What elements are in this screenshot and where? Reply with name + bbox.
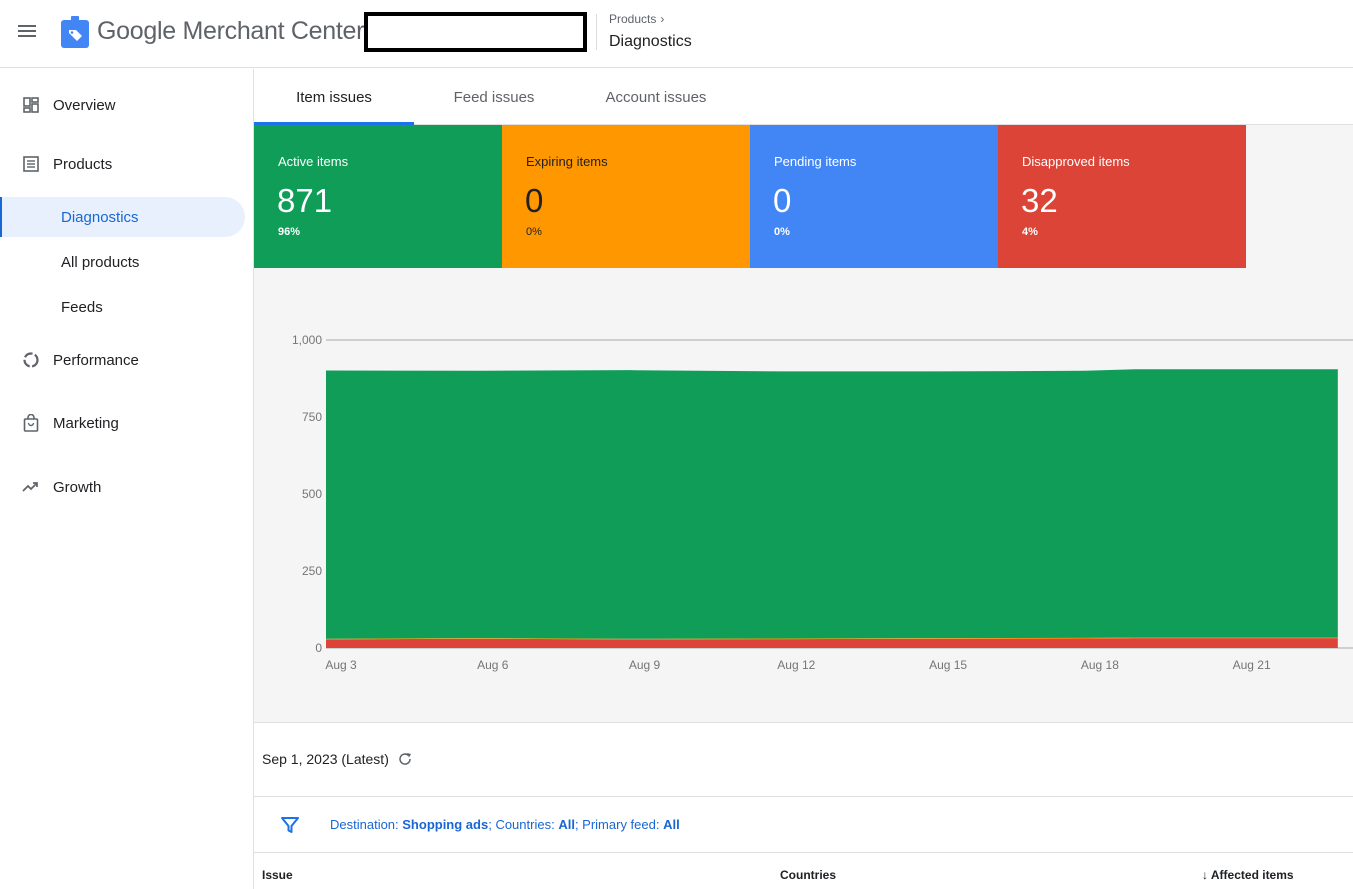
filter-feed-label: ; Primary feed: bbox=[574, 817, 664, 832]
merchant-center-logo-icon bbox=[61, 16, 89, 48]
redacted-account-box bbox=[364, 12, 587, 52]
column-header-issue[interactable]: Issue bbox=[262, 868, 293, 882]
items-chart: 0 250 500 750 1,000 Aug 3 Aug 6 Aug 9 Aug 12 Aug … bbox=[254, 268, 1353, 723]
x-tick-label: Aug 18 bbox=[1081, 658, 1119, 672]
sidebar-item-performance[interactable]: Performance bbox=[0, 340, 245, 380]
trending-up-icon bbox=[22, 478, 40, 496]
sidebar-item-label: Performance bbox=[53, 351, 139, 369]
area-series-0 bbox=[326, 638, 1338, 648]
dashboard-icon bbox=[22, 96, 40, 114]
sidebar-item-label: Products bbox=[53, 155, 113, 173]
area-chart: 0 250 500 750 1,000 Aug 3 Aug 6 Aug 9 Aug 12 Aug … bbox=[292, 333, 1353, 672]
column-header-countries[interactable]: Countries bbox=[780, 868, 836, 882]
sidebar-item-label: Feeds bbox=[61, 298, 103, 316]
filter-countries-value: All bbox=[558, 817, 575, 832]
sidebar-item-diagnostics[interactable]: Diagnostics bbox=[0, 197, 245, 237]
x-tick-label: Aug 9 bbox=[629, 658, 661, 672]
sidebar-item-label: Diagnostics bbox=[61, 208, 139, 226]
sidebar-item-label: All products bbox=[61, 253, 140, 271]
filter-destination-value: Shopping ads bbox=[402, 817, 489, 832]
card-percent: 0% bbox=[526, 226, 542, 238]
menu-icon[interactable] bbox=[18, 22, 40, 42]
tab-item-issues[interactable]: Item issues bbox=[254, 69, 414, 125]
card-value: 0 bbox=[525, 182, 544, 219]
filter-countries-label: ; Countries: bbox=[488, 817, 559, 832]
y-tick-label: 250 bbox=[302, 564, 322, 578]
sidebar-item-growth[interactable]: Growth bbox=[0, 467, 245, 507]
card-percent: 96% bbox=[278, 226, 301, 238]
app-name: Google Merchant Center bbox=[97, 17, 365, 45]
sidebar-item-marketing[interactable]: Marketing bbox=[0, 403, 245, 443]
sidebar-item-label: Overview bbox=[53, 96, 116, 114]
filter-icon[interactable] bbox=[280, 815, 300, 835]
tab-feed-issues[interactable]: Feed issues bbox=[414, 69, 574, 125]
sidebar: Overview Products Diagnostics All produc… bbox=[0, 69, 253, 889]
main-content: Item issues Feed issues Account issues A… bbox=[254, 69, 1353, 889]
latest-date: Sep 1, 2023 (Latest) bbox=[262, 751, 389, 767]
y-tick-label: 1,000 bbox=[292, 333, 322, 347]
x-tick-label: Aug 12 bbox=[777, 658, 815, 672]
card-percent: 4% bbox=[1022, 226, 1038, 238]
card-value: 32 bbox=[1021, 182, 1058, 219]
filter-row: Destination: Shopping ads; Countries: Al… bbox=[254, 798, 1353, 853]
app-header: Google Merchant Center Products › Diagnos… bbox=[0, 0, 1353, 68]
sidebar-item-all-products[interactable]: All products bbox=[0, 242, 245, 282]
y-tick-label: 750 bbox=[302, 410, 322, 424]
breadcrumb-parent[interactable]: Products › bbox=[609, 12, 664, 26]
tab-bar: Item issues Feed issues Account issues bbox=[254, 69, 1353, 125]
x-tick-label: Aug 6 bbox=[477, 658, 509, 672]
card-disapproved-items[interactable]: Disapproved items 32 4% bbox=[998, 125, 1246, 268]
sidebar-item-overview[interactable]: Overview bbox=[0, 85, 245, 125]
summary-cards: Active items 871 96% Expiring items 0 0%… bbox=[254, 125, 1353, 268]
card-title: Expiring items bbox=[526, 154, 608, 169]
x-tick-label: Aug 21 bbox=[1233, 658, 1271, 672]
column-header-affected-items[interactable]: ↓ Affected items bbox=[1202, 868, 1294, 882]
card-active-items[interactable]: Active items 871 96% bbox=[254, 125, 502, 268]
column-header-affected-label: Affected items bbox=[1210, 868, 1294, 882]
sort-arrow-down-icon: ↓ bbox=[1202, 868, 1208, 882]
area-series-2 bbox=[326, 369, 1338, 639]
card-expiring-items[interactable]: Expiring items 0 0% bbox=[502, 125, 750, 268]
filter-destination-label: Destination: bbox=[330, 817, 403, 832]
refresh-icon[interactable] bbox=[397, 751, 413, 767]
page-title: Diagnostics bbox=[609, 33, 692, 50]
issues-table-header: Issue Countries ↓ Affected items bbox=[254, 854, 1353, 889]
breadcrumb-divider bbox=[596, 14, 597, 50]
y-tick-label: 500 bbox=[302, 487, 322, 501]
sidebar-item-label: Marketing bbox=[53, 414, 119, 432]
filter-summary[interactable]: Destination: Shopping ads; Countries: Al… bbox=[330, 817, 680, 832]
tab-account-issues[interactable]: Account issues bbox=[574, 69, 738, 125]
breadcrumb-parent-label: Products bbox=[609, 12, 657, 26]
card-percent: 0% bbox=[774, 226, 790, 238]
x-tick-label: Aug 15 bbox=[929, 658, 967, 672]
card-pending-items[interactable]: Pending items 0 0% bbox=[750, 125, 998, 268]
card-title: Pending items bbox=[774, 154, 857, 169]
card-value: 0 bbox=[773, 182, 792, 219]
card-title: Active items bbox=[278, 154, 349, 169]
chevron-right-icon: › bbox=[660, 12, 665, 26]
shopping-bag-icon bbox=[22, 414, 40, 432]
sidebar-item-label: Growth bbox=[53, 478, 102, 496]
card-title: Disapproved items bbox=[1022, 154, 1130, 169]
list-icon bbox=[22, 155, 40, 173]
date-row: Sep 1, 2023 (Latest) bbox=[254, 724, 1353, 797]
filter-feed-value: All bbox=[663, 817, 680, 832]
donut-chart-icon bbox=[22, 351, 40, 369]
sidebar-item-feeds[interactable]: Feeds bbox=[0, 287, 245, 327]
sidebar-item-products[interactable]: Products bbox=[0, 144, 245, 184]
card-value: 871 bbox=[277, 182, 333, 219]
x-tick-label: Aug 3 bbox=[325, 658, 357, 672]
y-tick-label: 0 bbox=[315, 641, 322, 655]
